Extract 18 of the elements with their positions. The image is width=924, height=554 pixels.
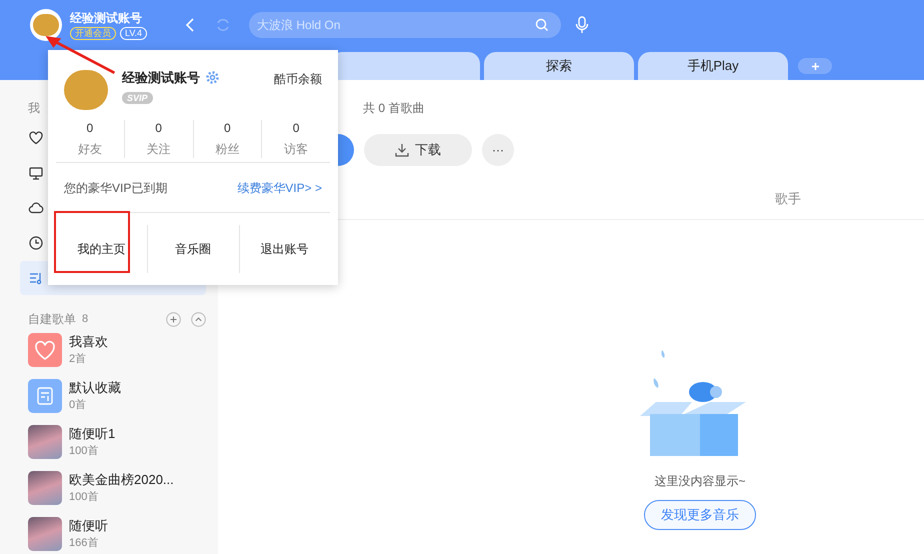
playlist-count: 8: [82, 312, 88, 327]
svip-tag: SVIP: [122, 92, 153, 104]
profile-name: 经验测试账号: [122, 69, 200, 87]
stat-value: 0: [86, 120, 94, 136]
stat-value: 0: [155, 120, 162, 136]
stat-value: 0: [292, 120, 300, 136]
playlist-count: 100首: [69, 444, 100, 459]
stat-value: 0: [224, 120, 231, 136]
empty-message: 这里没内容显示~: [654, 473, 746, 490]
vip-status: 您的豪华VIP已到期: [64, 180, 168, 196]
playlist-count: 0首: [69, 398, 88, 413]
level-badge: LV.4: [120, 27, 148, 40]
section-label: 自建歌单: [28, 311, 76, 328]
playlist-count: 100首: [69, 490, 100, 505]
playlist-count: 166首: [69, 536, 100, 551]
section-label: 我: [28, 100, 40, 117]
playlist-count: 2首: [69, 352, 88, 367]
song-count: 共 0 首歌曲: [363, 100, 424, 117]
